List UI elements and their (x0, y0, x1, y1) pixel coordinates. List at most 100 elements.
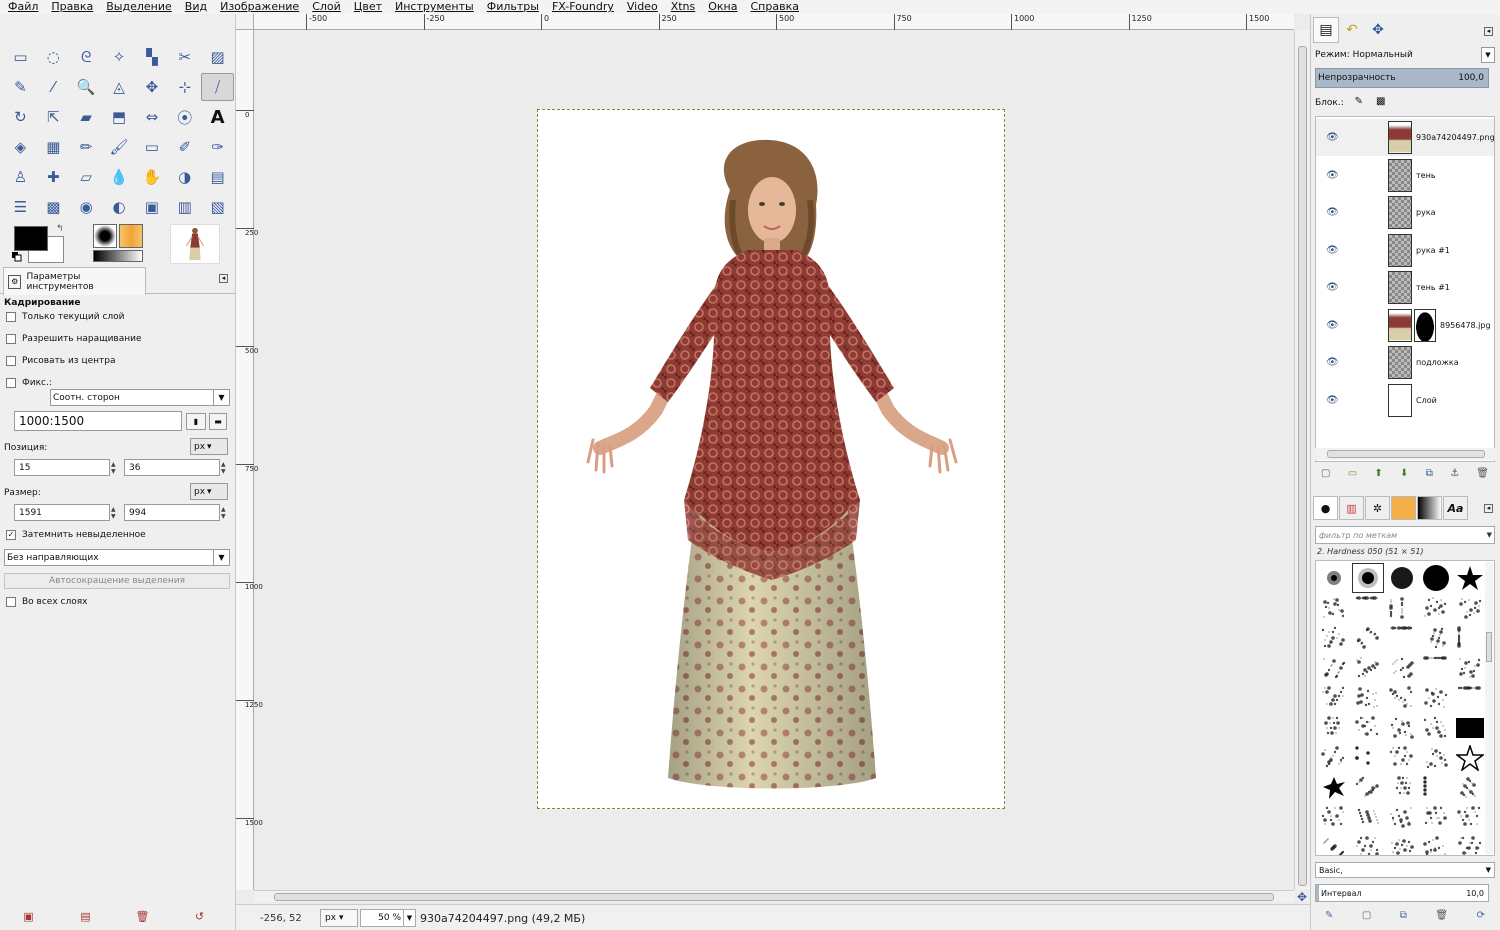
anchor-layer-icon[interactable]: ⚓ (1450, 468, 1459, 484)
menu-item-7[interactable]: Инструменты (395, 1, 474, 13)
desaturate-icon[interactable]: ◐ (103, 193, 136, 221)
menu-item-12[interactable]: Окна (708, 1, 737, 13)
smudge-icon[interactable]: ✋ (135, 163, 168, 191)
brush-grid-scrollbar[interactable] (1485, 562, 1493, 854)
menu-item-3[interactable]: Вид (185, 1, 207, 13)
foreground-select-icon[interactable]: ▨ (201, 43, 234, 71)
brush-preview[interactable] (1386, 623, 1418, 653)
brush-preview[interactable] (1318, 683, 1350, 713)
brush-preview[interactable] (1352, 713, 1384, 743)
ellipse-select-icon[interactable]: ◌ (37, 43, 70, 71)
ink-icon[interactable]: ✑ (201, 133, 234, 161)
menu-item-5[interactable]: Слой (312, 1, 341, 13)
save-options-icon[interactable]: ▣ (0, 910, 57, 930)
fixed-row[interactable]: Фикс.: (6, 378, 52, 388)
measure-icon[interactable]: ◬ (103, 73, 136, 101)
reset-colors-icon[interactable] (12, 252, 22, 262)
fixed-mode-select[interactable]: Соотн. сторон ▼ (50, 389, 230, 406)
layer-row[interactable]: 👁 8956478.jpg (1316, 307, 1494, 344)
text-icon[interactable]: A (201, 103, 234, 131)
tab-fonts[interactable]: Aa (1443, 496, 1468, 520)
heal-icon[interactable]: ✚ (37, 163, 70, 191)
new-brush-icon[interactable]: ▢ (1362, 910, 1371, 926)
all-layers-checkbox[interactable] (6, 597, 16, 607)
position-y-spinner[interactable]: ▲ ▼ (221, 459, 229, 476)
blend-icon[interactable]: ▦ (37, 133, 70, 161)
delete-brush-icon[interactable]: 🗑 (1435, 910, 1448, 926)
new-layer-group-icon[interactable]: ▭ (1348, 468, 1357, 484)
only-current-layer-checkbox[interactable] (6, 312, 16, 322)
eye-icon[interactable]: 👁 (1326, 282, 1339, 293)
eye-icon[interactable]: 👁 (1326, 395, 1339, 406)
vertical-scrollbar[interactable] (1294, 30, 1310, 890)
brush-preview[interactable] (1352, 833, 1384, 855)
only-current-layer-row[interactable]: Только текущий слой (6, 312, 125, 322)
brush-preview[interactable] (1420, 803, 1452, 833)
paths-icon[interactable]: ✎ (4, 73, 37, 101)
eye-icon[interactable]: 👁 (1326, 207, 1339, 218)
position-x-input[interactable]: 15 (14, 459, 110, 476)
brush-preview[interactable] (1454, 653, 1486, 683)
brush-preview[interactable] (1352, 743, 1384, 773)
menu-item-6[interactable]: Цвет (354, 1, 382, 13)
delete-options-icon[interactable]: 🗑 (114, 910, 171, 930)
layer-row[interactable]: 👁 тень #1 (1316, 269, 1494, 306)
duplicate-layer-icon[interactable]: ⧉ (1426, 468, 1433, 484)
delete-layer-icon[interactable]: 🗑 (1476, 468, 1489, 484)
layer-row[interactable]: 👁 Слой (1316, 382, 1494, 419)
edit-brush-icon[interactable]: ✎ (1325, 910, 1333, 926)
active-image-thumbnail[interactable] (170, 224, 220, 264)
brush-preview[interactable] (1454, 683, 1486, 713)
brush-preview[interactable] (1386, 653, 1418, 683)
color-select-icon[interactable]: ▚ (135, 43, 168, 71)
brush-preview[interactable] (1454, 563, 1486, 593)
active-brush-preview[interactable] (93, 224, 117, 248)
filter-icon[interactable]: ▧ (201, 193, 234, 221)
brush-preview[interactable] (1318, 593, 1350, 623)
refresh-brushes-icon[interactable]: ⟳ (1477, 910, 1485, 926)
levels-icon[interactable]: ☰ (4, 193, 37, 221)
position-y-input[interactable]: 36 (124, 459, 220, 476)
brush-preview[interactable] (1454, 803, 1486, 833)
brush-preview[interactable] (1352, 653, 1384, 683)
fixed-checkbox[interactable] (6, 378, 16, 388)
layers-scroll-thumb[interactable] (1327, 450, 1485, 458)
brush-preview[interactable] (1386, 683, 1418, 713)
move-icon[interactable]: ✥ (135, 73, 168, 101)
active-pattern-preview[interactable] (119, 224, 143, 248)
duplicate-brush-icon[interactable]: ⧉ (1400, 910, 1407, 926)
hue-icon[interactable]: ▩ (37, 193, 70, 221)
layer-row[interactable]: 👁 подложка (1316, 344, 1494, 381)
menu-item-11[interactable]: Xtns (671, 1, 696, 13)
scissors-icon[interactable]: ✂ (168, 43, 201, 71)
rotate-icon[interactable]: ↻ (4, 103, 37, 131)
tab-undo-history[interactable]: ↶ (1339, 17, 1365, 43)
layer-row[interactable]: 👁 рука (1316, 194, 1494, 231)
layer-row[interactable]: 👁 930a74204497.png (1316, 119, 1495, 156)
pencil-icon[interactable]: ✏ (70, 133, 103, 161)
fuzzy-select-icon[interactable]: ✧ (103, 43, 136, 71)
brush-grid-scroll-thumb[interactable] (1486, 632, 1492, 662)
lock-pixels-icon[interactable]: ✎ (1352, 96, 1366, 110)
brush-preview[interactable] (1352, 683, 1384, 713)
size-height-input[interactable]: 994 (124, 504, 220, 521)
horizontal-ruler[interactable]: -500 -250 0 250 500 750 1000 1250 1500 (254, 14, 1294, 30)
brush-preview[interactable] (1454, 743, 1486, 773)
eye-icon[interactable]: 👁 (1326, 132, 1339, 143)
free-select-icon[interactable]: ᘓ (70, 43, 103, 71)
zoom-icon[interactable]: 🔍 (70, 73, 103, 101)
layer-mode-row[interactable]: Режим: Нормальный ▼ (1315, 46, 1495, 64)
unified-transform-icon[interactable]: ▤ (201, 163, 234, 191)
brush-preview[interactable] (1318, 773, 1350, 803)
allow-growing-checkbox[interactable] (6, 334, 16, 344)
tab-fonts-brushes[interactable]: ✲ (1365, 496, 1390, 520)
opacity-slider[interactable]: Непрозрачность 100,0 (1315, 68, 1489, 88)
airbrush-icon[interactable]: ✐ (168, 133, 201, 161)
menu-item-1[interactable]: Правка (51, 1, 93, 13)
brush-preview[interactable] (1386, 803, 1418, 833)
zoom-select[interactable]: 50 % ▼ (360, 909, 416, 927)
tab-layers[interactable]: ▤ (1313, 17, 1339, 43)
highlight-checkbox[interactable]: ✓ (6, 530, 16, 540)
tab-tool-options[interactable]: ⚙ Параметры инструментов (3, 267, 146, 295)
vertical-scroll-thumb[interactable] (1298, 46, 1307, 886)
